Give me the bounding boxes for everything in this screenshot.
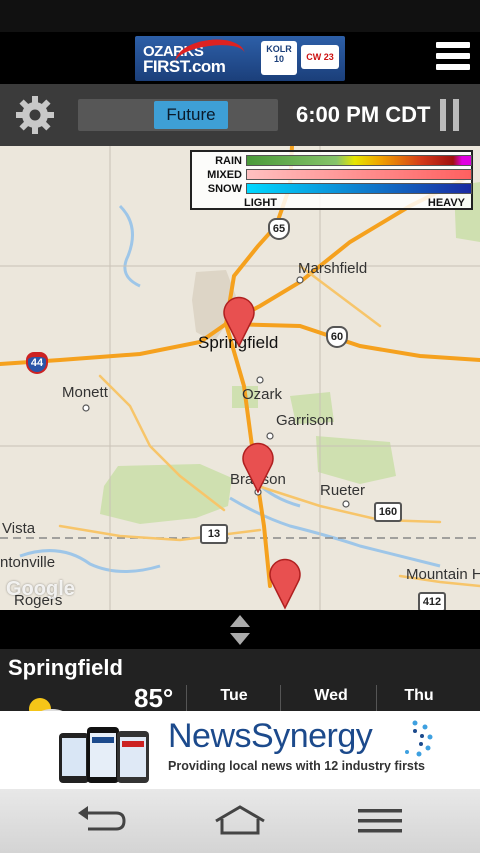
logo-badge-2: CW 23	[301, 45, 339, 69]
place-garrison: Garrison	[276, 412, 334, 429]
highway-shield-13: 13	[200, 524, 228, 544]
radar-time-label: 6:00 PM CDT	[296, 102, 431, 127]
back-icon[interactable]	[72, 803, 132, 839]
phones-illustration-icon	[59, 727, 149, 783]
hamburger-menu-icon[interactable]	[436, 42, 470, 74]
brand-logo[interactable]: OZARKS FIRST.com KOLR 10 CW 23	[135, 36, 345, 81]
menu-icon[interactable]	[350, 803, 410, 839]
expand-collapse-icon[interactable]	[228, 614, 252, 646]
map-watermark: Google	[6, 578, 75, 600]
future-mode-button[interactable]: Future	[154, 101, 228, 129]
legend-label-rain: RAIN	[215, 155, 242, 167]
ad-title-a: News	[168, 717, 252, 755]
ad-content[interactable]: NewsSynergy Providing local news with 12…	[43, 713, 437, 787]
map-base	[0, 146, 480, 610]
radar-map[interactable]: RAIN MIXED SNOW LIGHT HEAVY Marshfield S…	[0, 146, 480, 610]
day-divider	[280, 685, 281, 711]
ad-title: NewsSynergy	[168, 717, 373, 756]
highway-shield-160: 160	[374, 502, 402, 522]
location-pin-springfield[interactable]	[222, 294, 256, 348]
place-monett: Monett	[62, 384, 108, 401]
highway-shield-65: 65	[268, 218, 290, 240]
system-navigation-bar	[0, 789, 480, 853]
partly-sunny-icon	[29, 698, 63, 711]
home-icon[interactable]	[210, 803, 270, 839]
place-bentonville: ntonville	[0, 554, 56, 571]
ad-tagline: Providing local news with 12 industry fi…	[168, 759, 426, 773]
gear-icon[interactable]	[14, 94, 56, 136]
legend-heavy-label: HEAVY	[427, 197, 465, 209]
current-temperature: 85°	[134, 683, 174, 711]
place-ozark: Ozark	[242, 386, 283, 403]
ad-title-b: Synergy	[251, 717, 373, 755]
forecast-panel[interactable]: Springfield 85° Tue Wed Thu	[0, 649, 480, 711]
highway-shield-412: 412	[418, 592, 446, 610]
location-pin-branson[interactable]	[241, 440, 275, 494]
location-pin-south[interactable]	[268, 556, 302, 610]
news-synergy-dots-icon	[405, 720, 433, 757]
legend-bar-snow	[246, 183, 472, 194]
logo-badge: KOLR 10	[261, 41, 297, 75]
app-header: OZARKS FIRST.com KOLR 10 CW 23	[0, 32, 480, 84]
radar-toolbar: Future 6:00 PM CDT	[0, 84, 480, 146]
legend-bar-mixed	[246, 169, 472, 180]
status-bar	[0, 0, 480, 32]
precip-legend: RAIN MIXED SNOW LIGHT HEAVY	[190, 150, 473, 210]
place-mountain-home: Mountain H	[406, 566, 480, 583]
ad-banner[interactable]: NewsSynergy Providing local news with 12…	[0, 711, 480, 789]
forecast-day-tue[interactable]: Tue	[189, 687, 279, 705]
interstate-shield-44: 44	[26, 352, 48, 374]
highway-shield-60: 60	[326, 326, 348, 348]
place-rueter: Rueter	[320, 482, 366, 499]
forecast-day-thu[interactable]: Thu	[374, 687, 464, 705]
legend-light-label: LIGHT	[244, 197, 277, 209]
forecast-city-name: Springfield	[8, 655, 123, 680]
legend-bar-rain	[246, 155, 472, 166]
legend-label-mixed: MIXED	[207, 169, 242, 181]
pause-icon[interactable]	[440, 99, 460, 131]
place-vista: Vista	[2, 520, 36, 537]
forecast-day-wed[interactable]: Wed	[286, 687, 376, 705]
forecast-drawer-handle[interactable]	[0, 610, 480, 649]
legend-label-snow: SNOW	[207, 183, 242, 195]
place-marshfield: Marshfield	[298, 260, 368, 277]
day-divider	[186, 685, 187, 711]
